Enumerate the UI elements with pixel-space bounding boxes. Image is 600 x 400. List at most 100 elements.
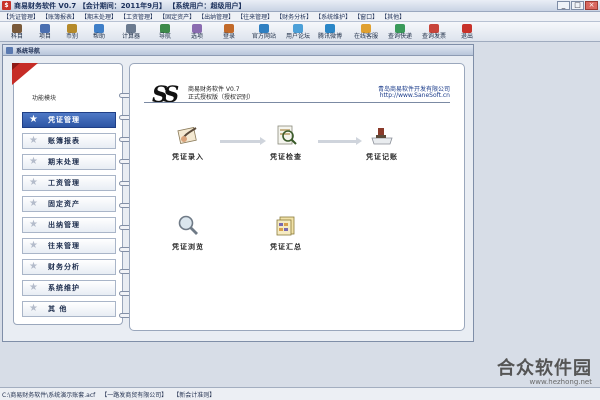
company-url[interactable]: http://www.SaneSoft.cn bbox=[380, 92, 450, 99]
module-panel-caption: 功能模块 bbox=[32, 95, 57, 102]
toolbar-button-label: 登录 bbox=[222, 33, 235, 40]
status-standard: 【新会计准则】 bbox=[173, 391, 216, 399]
toolbar-button-invoice[interactable]: 查询发票 bbox=[418, 23, 450, 41]
voucher-check-button[interactable]: 凭证检查 bbox=[262, 124, 310, 162]
module-button-label: 财务分析 bbox=[47, 263, 80, 271]
toolbar-button-subject[interactable]: 科目 bbox=[4, 23, 30, 41]
stamp-icon bbox=[371, 128, 393, 145]
module-button[interactable]: ★ 期末处理 bbox=[22, 154, 116, 170]
module-button-label: 其 他 bbox=[47, 305, 68, 313]
toolbar-button-label: 币别 bbox=[65, 33, 78, 40]
menu-accounts[interactable]: 【往来管理】 bbox=[236, 12, 274, 21]
voucher-posting-button[interactable]: 凭证记账 bbox=[358, 124, 406, 162]
toolbar-button-calculator[interactable]: 计算器 bbox=[118, 23, 144, 41]
star-icon: ★ bbox=[29, 261, 38, 272]
options-icon bbox=[192, 24, 202, 33]
voucher-check-label: 凭证检查 bbox=[270, 153, 302, 161]
minimize-button[interactable]: _ bbox=[557, 1, 570, 10]
menu-fixed-assets[interactable]: 【固定资产】 bbox=[158, 12, 196, 21]
toolbar-button-options[interactable]: 选项 bbox=[184, 23, 210, 41]
weibo-icon bbox=[325, 24, 335, 33]
menu-books-reports[interactable]: 【账簿报表】 bbox=[41, 12, 79, 21]
module-button[interactable]: ★ 出纳管理 bbox=[22, 217, 116, 233]
menu-cashier[interactable]: 【出纳管理】 bbox=[197, 12, 235, 21]
star-icon: ★ bbox=[29, 282, 38, 293]
project-icon bbox=[40, 24, 50, 33]
magnifier-document-icon bbox=[277, 125, 297, 145]
license-text: 正式授权版（授权识别） bbox=[188, 94, 255, 101]
site-watermark: 合众软件园 www.hezhong.net bbox=[497, 354, 592, 386]
module-button[interactable]: ★ 固定资产 bbox=[22, 196, 116, 212]
menu-other[interactable]: 【其他】 bbox=[380, 12, 406, 21]
voucher-browse-button[interactable]: 凭证浏览 bbox=[164, 214, 212, 252]
module-button[interactable]: ★ 财务分析 bbox=[22, 259, 116, 275]
title-bar: $ 商易财务软件 V0.7 【会计期间：2011年9月】 【系统用户：超级用户】… bbox=[0, 0, 600, 12]
toolbar-button-label: 选项 bbox=[190, 33, 203, 40]
toolbar-button-service[interactable]: 在线客服 bbox=[350, 23, 382, 41]
menu-period-end[interactable]: 【期末处理】 bbox=[80, 12, 118, 21]
module-button[interactable]: ★ 账簿报表 bbox=[22, 133, 116, 149]
maximize-button[interactable]: □ bbox=[571, 1, 584, 10]
voucher-entry-button[interactable]: 凭证录入 bbox=[164, 124, 212, 162]
toolbar-button-express[interactable]: 查询快递 bbox=[384, 23, 416, 41]
toolbar-button-label: 计算器 bbox=[121, 33, 140, 40]
toolbar-button-project[interactable]: 项目 bbox=[32, 23, 58, 41]
module-button-label: 期末处理 bbox=[47, 158, 80, 166]
toolbar-button-login[interactable]: 登录 bbox=[216, 23, 242, 41]
star-icon: ★ bbox=[29, 135, 38, 146]
toolbar-button-label: 查询快递 bbox=[387, 33, 412, 40]
module-button[interactable]: ★ 往来管理 bbox=[22, 238, 116, 254]
watermark-title: 合众软件园 bbox=[497, 358, 592, 379]
company-logo: SS bbox=[152, 82, 179, 108]
flow-arrow bbox=[318, 137, 362, 145]
toolbar: 科目 项目 币别 帮助 计算器 导航 选项 登录 官方网站 用户论坛 腾讯微博 在线客服 查询快递 查询发… bbox=[0, 22, 600, 42]
invoice-icon bbox=[429, 24, 439, 33]
help-icon bbox=[94, 24, 104, 33]
handwriting-icon bbox=[177, 126, 197, 144]
subject-icon bbox=[12, 24, 22, 33]
ribbon-decoration bbox=[12, 63, 38, 85]
status-company: 【一路发商贸有限公司】 bbox=[101, 391, 168, 399]
header-divider bbox=[144, 102, 450, 103]
menu-voucher-management[interactable]: 【凭证管理】 bbox=[2, 12, 40, 21]
toolbar-button-exit[interactable]: 退出 bbox=[454, 23, 480, 41]
voucher-browse-label: 凭证浏览 bbox=[172, 243, 204, 251]
close-button[interactable]: × bbox=[585, 1, 598, 10]
toolbar-button-currency[interactable]: 币别 bbox=[59, 23, 85, 41]
module-button[interactable]: ★ 凭证管理 bbox=[22, 112, 116, 128]
window-title: 商易财务软件 V0.7 【会计期间：2011年9月】 【系统用户：超级用户】 bbox=[14, 1, 246, 10]
toolbar-button-label: 项目 bbox=[38, 33, 51, 40]
menu-system-maintenance[interactable]: 【系统维护】 bbox=[314, 12, 352, 21]
website-icon bbox=[259, 24, 269, 33]
status-file-path: C:\商易财务软件\系统演示账套.acf bbox=[2, 391, 96, 399]
star-icon: ★ bbox=[29, 114, 38, 125]
toolbar-button-forum[interactable]: 用户论坛 bbox=[282, 23, 314, 41]
module-button[interactable]: ★ 工资管理 bbox=[22, 175, 116, 191]
module-button[interactable]: ★ 系统维护 bbox=[22, 280, 116, 296]
toolbar-button-help[interactable]: 帮助 bbox=[86, 23, 112, 41]
star-icon: ★ bbox=[29, 240, 38, 251]
toolbar-button-weibo[interactable]: 腾讯微博 bbox=[314, 23, 346, 41]
star-icon: ★ bbox=[29, 156, 38, 167]
currency-icon bbox=[67, 24, 77, 33]
menu-financial-analysis[interactable]: 【财务分析】 bbox=[275, 12, 313, 21]
voucher-summary-button[interactable]: 凭证汇总 bbox=[262, 214, 310, 252]
menu-window[interactable]: 【窗口】 bbox=[353, 12, 379, 21]
module-button-label: 固定资产 bbox=[47, 200, 80, 208]
module-button-label: 往来管理 bbox=[47, 242, 80, 250]
flow-arrow bbox=[220, 137, 266, 145]
navigation-window-icon bbox=[6, 46, 13, 54]
service-icon bbox=[361, 24, 371, 33]
navigation-window: 系统导航 功能模块 ★ 凭证管理 ★ 账簿报表 ★ 期末处理 ★ 工资管理 ★ 固定资产 ★ 出纳管理… bbox=[2, 44, 474, 342]
toolbar-button-navigation[interactable]: 导航 bbox=[152, 23, 178, 41]
status-bar: C:\商易财务软件\系统演示账套.acf 【一路发商贸有限公司】 【新会计准则】 bbox=[0, 387, 600, 400]
forum-icon bbox=[293, 24, 303, 33]
voucher-entry-label: 凭证录入 bbox=[172, 153, 204, 161]
menu-payroll[interactable]: 【工资管理】 bbox=[119, 12, 157, 21]
toolbar-button-label: 查询发票 bbox=[421, 33, 446, 40]
exit-icon bbox=[462, 24, 472, 33]
module-button[interactable]: ★ 其 他 bbox=[22, 301, 116, 317]
star-icon: ★ bbox=[29, 198, 38, 209]
toolbar-button-website[interactable]: 官方网站 bbox=[248, 23, 280, 41]
express-icon bbox=[395, 24, 405, 33]
